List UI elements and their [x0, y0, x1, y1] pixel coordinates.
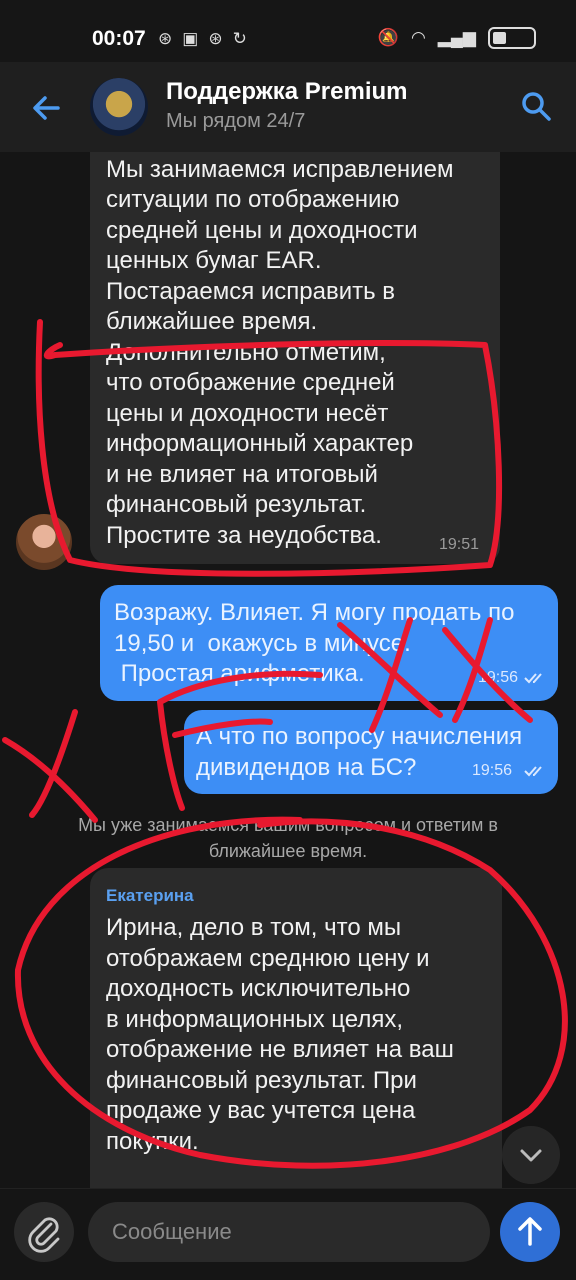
outgoing-message[interactable]: Возражу. Влияет. Я могу продать по 19,50… — [100, 585, 558, 701]
chat-title[interactable]: Поддержка Premium — [166, 78, 408, 106]
message-time: 19:51 — [439, 536, 480, 553]
back-arrow-icon[interactable] — [28, 90, 64, 126]
app-notification-icon: ▣ — [182, 29, 199, 48]
sync-icon: ↻ — [232, 29, 247, 48]
message-time: 19:56 — [478, 669, 519, 686]
mute-icon: 🔕 — [377, 28, 399, 47]
chat-subtitle: Мы рядом 24/7 — [166, 110, 306, 132]
app-notification-icon: ⊛ — [208, 29, 223, 48]
service-message-text: Мы уже занимаемся вашим вопросом и ответ… — [78, 815, 498, 861]
status-time: 00:07 — [92, 27, 146, 50]
avatar[interactable] — [16, 514, 72, 570]
message-input[interactable] — [88, 1202, 490, 1262]
sender-name: Екатерина — [106, 886, 194, 912]
app-notification-icon: ⊛ — [158, 29, 173, 48]
message-text: Ирина, дело в том, что мы отображаем сре… — [106, 914, 454, 1155]
composer — [0, 1188, 576, 1280]
battery-icon — [488, 27, 536, 49]
service-message: Мы уже занимаемся вашим вопросом и ответ… — [0, 812, 576, 864]
send-button[interactable] — [500, 1202, 560, 1262]
chevron-down-icon[interactable] — [502, 1126, 560, 1184]
battery-level — [493, 32, 506, 44]
attach-button[interactable] — [14, 1202, 74, 1262]
incoming-message[interactable]: Екатерина Ирина, дело в том, что мы отоб… — [90, 868, 502, 1188]
send-arrow-icon — [518, 1217, 542, 1246]
notification-icons: ⊛ ▣ ⊛ ↻ — [158, 29, 247, 49]
paperclip-icon — [28, 1217, 60, 1253]
system-indicators: 🔕 ◠ ▂▄▆ — [378, 27, 536, 49]
chat-header: Поддержка Premium Мы рядом 24/7 — [0, 62, 576, 152]
outgoing-message[interactable]: А что по вопросу начисления дивидендов н… — [184, 710, 558, 794]
message-time: 19:56 — [472, 762, 513, 779]
sender-name-text: Екатерина — [106, 886, 194, 905]
message-text: 5-9558532293252: Мы занимаемся исправлен… — [106, 155, 454, 549]
search-icon[interactable] — [518, 88, 554, 124]
wifi-icon: ◠ — [410, 28, 426, 47]
message-text: Возражу. Влияет. Я могу продать по 19,50… — [114, 599, 515, 687]
incoming-message[interactable]: 5-9558532293252: Мы занимаемся исправлен… — [90, 152, 500, 564]
chat-avatar[interactable] — [90, 78, 148, 136]
double-check-icon — [524, 766, 542, 777]
signal-icon: ▂▄▆ — [437, 28, 476, 47]
message-list[interactable]: 5-9558532293252: Мы занимаемся исправлен… — [0, 152, 576, 1188]
double-check-icon — [524, 673, 542, 684]
